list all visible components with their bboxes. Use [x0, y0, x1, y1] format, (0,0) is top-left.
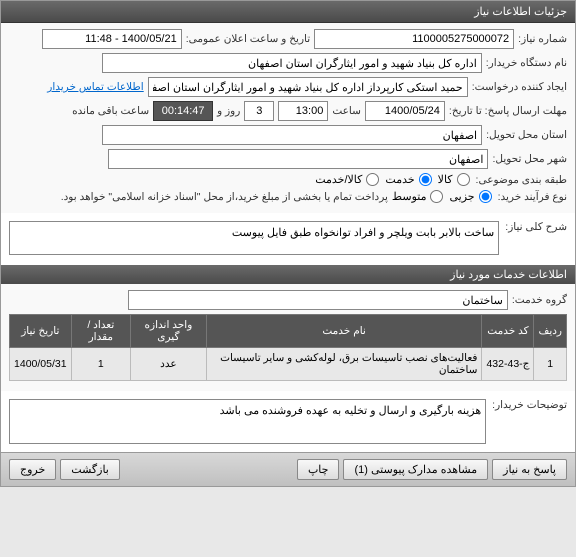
th-unit: واحد اندازه گیری — [131, 315, 207, 348]
province-label: استان محل تحویل: — [486, 129, 567, 141]
city-label: شهر محل تحویل: — [492, 153, 567, 165]
print-button[interactable]: چاپ — [297, 459, 340, 480]
hour-label: ساعت — [332, 105, 361, 117]
process-label: نوع فرآیند خرید: — [498, 191, 567, 203]
reply-button[interactable]: پاسخ به نیاز — [492, 459, 567, 480]
deadline-label: مهلت ارسال پاسخ: تا تاریخ: — [449, 105, 567, 117]
back-button[interactable]: بازگشت — [60, 459, 120, 480]
requester-label: ایجاد کننده درخواست: — [472, 81, 567, 93]
form-area: شماره نیاز: تاریخ و ساعت اعلان عمومی: نا… — [1, 23, 575, 213]
remaining-label: ساعت باقی مانده — [72, 105, 149, 117]
services-section-header: اطلاعات خدمات مورد نیاز — [1, 265, 575, 284]
province-field[interactable] — [102, 125, 482, 145]
announce-label: تاریخ و ساعت اعلان عمومی: — [186, 33, 310, 45]
desc-label: شرح کلی نیاز: — [505, 217, 567, 233]
cat-goods-radio[interactable]: کالا — [438, 173, 472, 186]
buyer-notes-label: توضیحات خریدار: — [492, 395, 567, 411]
buyer-label: نام دستگاه خریدار: — [486, 57, 567, 69]
window-title: جزئیات اطلاعات نیاز — [474, 6, 567, 18]
th-index: ردیف — [534, 315, 567, 348]
th-date: تاریخ نیاز — [10, 315, 72, 348]
proc-medium-radio[interactable]: متوسط — [392, 190, 446, 203]
services-table: ردیف کد خدمت نام خدمت واحد اندازه گیری ت… — [9, 314, 567, 381]
group-label: گروه خدمت: — [512, 294, 567, 306]
category-label: طبقه بندی موضوعی: — [476, 174, 567, 186]
day-and-label: روز و — [217, 105, 240, 117]
need-number-label: شماره نیاز: — [518, 33, 567, 45]
th-qty: تعداد / مقدار — [71, 315, 130, 348]
desc-textarea[interactable] — [9, 221, 499, 255]
buyer-field[interactable] — [102, 53, 482, 73]
city-field[interactable] — [108, 149, 488, 169]
table-row[interactable]: 1 ج-43-432 فعالیت‌های نصب تاسیسات برق، ل… — [10, 348, 567, 381]
announce-field[interactable] — [42, 29, 182, 49]
exit-button[interactable]: خروج — [9, 459, 56, 480]
cat-both-radio[interactable]: کالا/خدمت — [315, 173, 381, 186]
buyer-notes-textarea[interactable] — [9, 399, 486, 444]
days-field[interactable] — [244, 101, 274, 121]
cat-service-radio[interactable]: خدمت — [385, 173, 433, 186]
contact-link[interactable]: اطلاعات تماس خریدار — [47, 81, 143, 93]
attachments-button[interactable]: مشاهده مدارک پیوستی (1) — [343, 459, 488, 480]
footer-toolbar: پاسخ به نیاز مشاهده مدارک پیوستی (1) چاپ… — [1, 452, 575, 486]
deadline-date-field[interactable] — [365, 101, 445, 121]
main-window: جزئیات اطلاعات نیاز شماره نیاز: تاریخ و … — [0, 0, 576, 487]
proc-small-radio[interactable]: جزیی — [449, 190, 493, 203]
group-field[interactable] — [128, 290, 508, 310]
need-number-field[interactable] — [314, 29, 514, 49]
deadline-hour-field[interactable] — [278, 101, 328, 121]
requester-field[interactable] — [148, 77, 468, 97]
countdown-field — [153, 101, 213, 121]
th-code: کد خدمت — [482, 315, 534, 348]
window-title-bar: جزئیات اطلاعات نیاز — [1, 1, 575, 23]
th-name: نام خدمت — [206, 315, 482, 348]
payment-note: پرداخت تمام یا بخشی از مبلغ خرید،از محل … — [61, 191, 388, 203]
